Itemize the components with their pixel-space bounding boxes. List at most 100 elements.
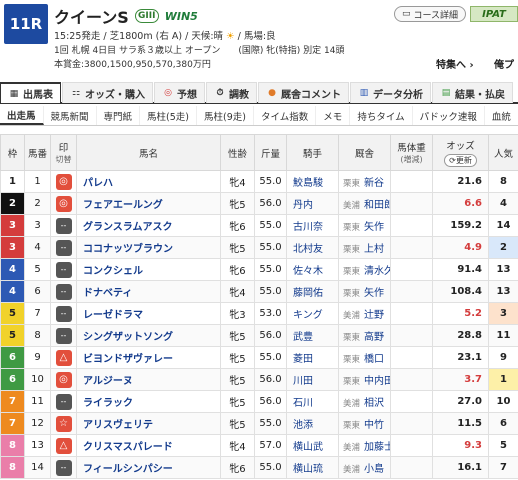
- mark-badge[interactable]: ◎: [55, 173, 72, 190]
- trainer-link[interactable]: 中内田: [364, 376, 389, 387]
- odds-cell[interactable]: 6.6: [432, 192, 489, 215]
- tab-comment[interactable]: ● 厩舎コメント: [258, 82, 349, 103]
- trainer-link[interactable]: 矢作: [364, 222, 384, 233]
- tab-chokyo[interactable]: ⏱ 調教: [206, 82, 257, 103]
- tab-yoso[interactable]: ◎ 予想: [154, 82, 205, 103]
- horse-name-link[interactable]: フィールシンパシー: [76, 456, 221, 479]
- odds-cell[interactable]: 9.3: [432, 434, 489, 457]
- jockey-link[interactable]: 藤岡佑: [286, 280, 339, 303]
- subtab-senmonshi[interactable]: 専門紙: [97, 106, 141, 125]
- jockey-link[interactable]: 丹内: [286, 192, 339, 215]
- trainer-link[interactable]: 新谷: [364, 178, 384, 189]
- odds-cell[interactable]: 27.0: [432, 390, 489, 413]
- horse-name-link[interactable]: ライラック: [76, 390, 221, 413]
- jockey-link[interactable]: 佐々木: [286, 258, 339, 281]
- odds-cell[interactable]: 4.9: [432, 236, 489, 259]
- jockey-link[interactable]: 武豊: [286, 324, 339, 347]
- jockey-link[interactable]: キング: [286, 302, 339, 325]
- trainer-link[interactable]: 上村: [364, 244, 384, 255]
- jockey-link[interactable]: 川田: [286, 368, 339, 391]
- subtab-pedigree[interactable]: 血統: [485, 106, 518, 125]
- mark-badge[interactable]: --: [55, 305, 72, 322]
- odds-update-button[interactable]: ⟳更新: [444, 154, 477, 167]
- odds-cell[interactable]: 21.6: [432, 170, 489, 193]
- trainer-link[interactable]: 相沢: [364, 398, 384, 409]
- odds-cell[interactable]: 11.5: [432, 412, 489, 435]
- trainer-link[interactable]: 中竹: [364, 420, 384, 431]
- mark-cell[interactable]: --: [50, 456, 77, 479]
- mark-cell[interactable]: ☆: [50, 412, 77, 435]
- tab-odds[interactable]: ⚏ オッズ・購入: [62, 82, 153, 103]
- subtab-paddock[interactable]: パドック速報: [413, 106, 485, 125]
- jockey-link[interactable]: 横山武: [286, 434, 339, 457]
- mark-cell[interactable]: --: [50, 258, 77, 281]
- horse-name-link[interactable]: コンクシェル: [76, 258, 221, 281]
- subtab-horses[interactable]: 出走馬: [0, 106, 44, 125]
- horse-name-link[interactable]: ドナベティ: [76, 280, 221, 303]
- horse-name-link[interactable]: グランスラムアスク: [76, 214, 221, 237]
- subtab-time-index[interactable]: タイム指数: [254, 106, 317, 125]
- trainer-link[interactable]: 加藤士: [364, 442, 389, 453]
- ipat-button[interactable]: IPAT: [470, 6, 518, 22]
- odds-cell[interactable]: 28.8: [432, 324, 489, 347]
- horse-name-link[interactable]: アリスヴェリテ: [76, 412, 221, 435]
- header-mark[interactable]: 印 切替: [50, 134, 77, 171]
- special-feature-link[interactable]: 特集へ ›: [436, 56, 474, 71]
- mark-badge[interactable]: --: [55, 459, 72, 476]
- jockey-link[interactable]: 鮫島駿: [286, 170, 339, 193]
- mark-toggle[interactable]: 切替: [51, 154, 76, 165]
- odds-cell[interactable]: 159.2: [432, 214, 489, 237]
- horse-name-link[interactable]: レーゼドラマ: [76, 302, 221, 325]
- trainer-link[interactable]: 辻野: [364, 310, 384, 321]
- odds-cell[interactable]: 91.4: [432, 258, 489, 281]
- horse-name-link[interactable]: ココナッツブラウン: [76, 236, 221, 259]
- odds-cell[interactable]: 5.2: [432, 302, 489, 325]
- trainer-link[interactable]: 小島: [364, 464, 384, 475]
- mark-cell[interactable]: --: [50, 236, 77, 259]
- mark-cell[interactable]: △: [50, 434, 77, 457]
- tab-result[interactable]: ▤ 結果・払戻: [432, 82, 513, 103]
- odds-cell[interactable]: 3.7: [432, 368, 489, 391]
- mark-badge[interactable]: ◎: [55, 371, 72, 388]
- odds-cell[interactable]: 23.1: [432, 346, 489, 369]
- mark-cell[interactable]: --: [50, 280, 77, 303]
- horse-name-link[interactable]: ビヨンドザヴァレー: [76, 346, 221, 369]
- horse-name-link[interactable]: クリスマスパレード: [76, 434, 221, 457]
- horse-name-link[interactable]: パレハ: [76, 170, 221, 193]
- mark-badge[interactable]: --: [55, 393, 72, 410]
- tab-shutsuba[interactable]: ▦ 出馬表: [0, 82, 61, 103]
- mark-cell[interactable]: ◎: [50, 170, 77, 193]
- mark-cell[interactable]: △: [50, 346, 77, 369]
- jockey-link[interactable]: 菱田: [286, 346, 339, 369]
- mark-cell[interactable]: ◎: [50, 192, 77, 215]
- jockey-link[interactable]: 古川奈: [286, 214, 339, 237]
- mark-cell[interactable]: --: [50, 324, 77, 347]
- odds-cell[interactable]: 16.1: [432, 456, 489, 479]
- mark-badge[interactable]: --: [55, 217, 72, 234]
- course-detail-button[interactable]: ▭ コース詳細: [394, 6, 466, 22]
- trainer-link[interactable]: 清水久: [364, 266, 389, 277]
- horse-name-link[interactable]: シングザットソング: [76, 324, 221, 347]
- mark-badge[interactable]: --: [55, 327, 72, 344]
- ore-pro-link[interactable]: 俺プ: [494, 56, 514, 71]
- horse-name-link[interactable]: フェアエールング: [76, 192, 221, 215]
- subtab-best-time[interactable]: 持ちタイム: [350, 106, 413, 125]
- jockey-link[interactable]: 北村友: [286, 236, 339, 259]
- trainer-link[interactable]: 矢作: [364, 288, 384, 299]
- subtab-past9[interactable]: 馬柱(9走): [197, 106, 254, 125]
- subtab-memo[interactable]: メモ: [316, 106, 351, 125]
- mark-badge[interactable]: --: [55, 283, 72, 300]
- jockey-link[interactable]: 石川: [286, 390, 339, 413]
- trainer-link[interactable]: 橋口: [364, 354, 384, 365]
- odds-cell[interactable]: 108.4: [432, 280, 489, 303]
- trainer-link[interactable]: 和田郎: [364, 200, 389, 211]
- subtab-newspaper[interactable]: 競馬新聞: [44, 106, 97, 125]
- subtab-past5[interactable]: 馬柱(5走): [140, 106, 198, 125]
- jockey-link[interactable]: 横山琉: [286, 456, 339, 479]
- mark-badge[interactable]: ◎: [55, 195, 72, 212]
- mark-badge[interactable]: --: [55, 261, 72, 278]
- mark-badge[interactable]: ☆: [55, 415, 72, 432]
- mark-cell[interactable]: --: [50, 390, 77, 413]
- horse-name-link[interactable]: アルジーヌ: [76, 368, 221, 391]
- tab-data[interactable]: ▥ データ分析: [350, 82, 431, 103]
